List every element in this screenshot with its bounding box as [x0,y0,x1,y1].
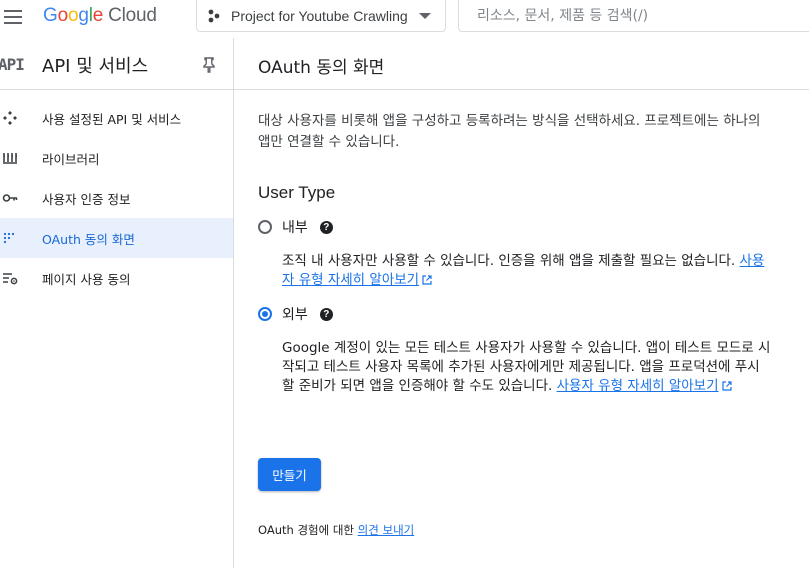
search-box[interactable] [458,0,809,32]
logo-cloud-text: Cloud [108,5,157,26]
sidebar-title: API 및 서비스 [42,56,149,77]
sidebar: API API 및 서비스 사용 설정된 API 및 서비스 라이브러리 사용자… [0,38,234,568]
main-header: OAuth 동의 화면 [234,38,809,90]
radio-option-external[interactable]: 외부 ? [258,304,333,324]
sidebar-item-library[interactable]: 라이브러리 [0,138,233,178]
logo-google-text: Google [43,5,104,26]
intro-text: 대상 사용자를 비롯해 앱을 구성하고 등록하려는 방식을 선택하세요. 프로젝… [258,113,761,150]
sidebar-header: API API 및 서비스 [0,38,233,90]
sidebar-item-enabled-apis[interactable]: 사용 설정된 API 및 서비스 [0,98,233,138]
help-icon[interactable]: ? [319,220,333,234]
top-bar: Google Cloud Project for Youtube Crawling [0,0,809,38]
radio-option-internal[interactable]: 내부 ? [258,217,333,237]
learn-more-link-external[interactable]: 사용자 유형 자세히 알아보기 [557,378,732,394]
chevron-down-icon [419,12,431,19]
send-feedback-link[interactable]: 의견 보내기 [358,523,415,537]
sidebar-item-label: 라이브러리 [42,151,100,167]
api-badge-icon: API [0,55,25,74]
search-input[interactable] [477,7,777,24]
create-button[interactable]: 만들기 [258,458,321,491]
key-icon [2,194,18,202]
sidebar-item-credentials[interactable]: 사용자 인증 정보 [0,178,233,218]
help-icon[interactable]: ? [319,307,333,321]
external-link-icon [721,381,732,391]
page-title: OAuth 동의 화면 [258,58,385,78]
external-link-icon [422,275,432,285]
project-hierarchy-icon [208,9,220,22]
option-label-internal: 내부 [282,220,308,236]
settings-list-icon [3,273,18,285]
feedback-prefix: OAuth 경험에 대한 [258,523,355,537]
sidebar-item-label: 사용자 인증 정보 [42,191,131,207]
sidebar-item-label: 사용 설정된 API 및 서비스 [42,111,182,127]
project-name: Project for Youtube Crawling [231,7,408,24]
consent-form: 대상 사용자를 비롯해 앱을 구성하고 등록하려는 방식을 선택하세요. 프로젝… [258,111,773,537]
hamburger-menu-icon[interactable] [4,10,22,24]
radio-external[interactable] [258,307,272,321]
oauth-icon [3,232,15,244]
sidebar-item-label: OAuth 동의 화면 [42,231,135,247]
radio-internal[interactable] [258,220,272,234]
sidebar-nav: 사용 설정된 API 및 서비스 라이브러리 사용자 인증 정보 OAuth 동… [0,90,233,298]
internal-description-text: 조직 내 사용자만 사용할 수 있습니다. 인증을 위해 앱을 제출할 필요는 … [282,253,736,269]
google-cloud-logo[interactable]: Google Cloud [43,5,157,27]
sidebar-item-oauth-consent[interactable]: OAuth 동의 화면 [0,218,233,258]
user-type-heading: User Type [258,183,336,202]
external-description: Google 계정이 있는 모든 테스트 사용자가 사용할 수 있습니다. 앱이… [282,339,772,396]
library-icon [3,153,17,164]
main-panel: OAuth 동의 화면 대상 사용자를 비롯해 앱을 구성하고 등록하려는 방식… [234,38,809,568]
apis-icon [3,111,17,125]
option-label-external: 외부 [282,307,308,323]
pin-icon[interactable] [202,57,216,73]
internal-description: 조직 내 사용자만 사용할 수 있습니다. 인증을 위해 앱을 제출할 필요는 … [282,252,772,290]
sidebar-item-label: 페이지 사용 동의 [42,271,131,287]
sidebar-item-page-usage-agreement[interactable]: 페이지 사용 동의 [0,258,233,298]
feedback-line: OAuth 경험에 대한 의견 보내기 [258,522,414,538]
project-picker[interactable]: Project for Youtube Crawling [196,0,446,32]
